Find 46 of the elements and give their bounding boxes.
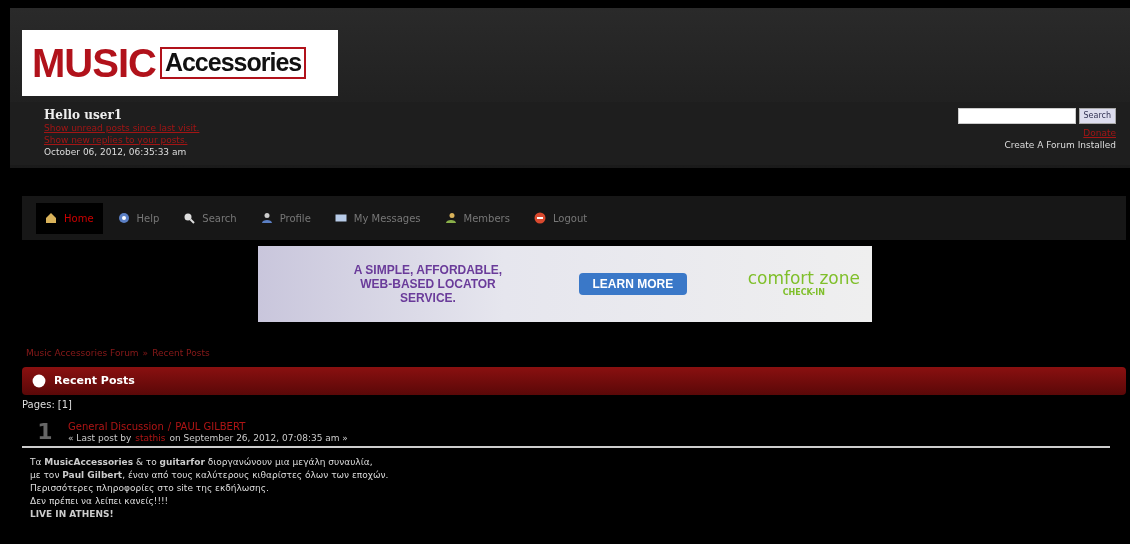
- search-button[interactable]: Search: [1078, 108, 1116, 124]
- post-text-line: με τον Paul Gilbert, έναν από τους καλύτερους κιθαρίστες όλων των εποχών.: [30, 468, 390, 482]
- breadcrumb-link[interactable]: Music Accessories Forum: [26, 348, 139, 359]
- unread-link[interactable]: Show new replies to your posts.: [44, 134, 200, 147]
- post-text-line: Δεν πρέπει να λείπει κανείς!!!!: [30, 494, 170, 508]
- post-subject-link[interactable]: PAUL GILBERT: [175, 420, 246, 433]
- menu-tab[interactable]: Logout: [524, 202, 597, 234]
- menu-tab[interactable]: My Messages: [325, 202, 430, 234]
- menu-tab[interactable]: Search: [174, 202, 246, 234]
- person-icon: [260, 212, 273, 224]
- menu-tab[interactable]: Profile: [251, 202, 320, 234]
- site-logo[interactable]: MUSIC Accessories: [22, 30, 338, 96]
- brand-subtitle: CHECK-IN: [782, 286, 826, 299]
- breadcrumb-separator: »: [142, 348, 149, 359]
- post-meta: on September 26, 2012, 07:08:35 am »: [169, 432, 348, 444]
- post-text-line: Τα MusicAccessories & το guitarfor διοργανώνουν μια μεγάλη συναυλία,: [30, 455, 374, 469]
- header-link[interactable]: Donate: [1083, 128, 1116, 140]
- post-text-line: LIVE IN ATHENS!: [30, 507, 115, 521]
- breadcrumb-link[interactable]: Recent Posts: [152, 348, 210, 359]
- brand-name: comfort zone: [747, 269, 860, 287]
- current-page: [1]: [57, 398, 72, 411]
- menu-tab[interactable]: Home: [36, 202, 103, 234]
- unread-link[interactable]: Show unread posts since last visit.: [44, 123, 200, 135]
- search-field[interactable]: [958, 108, 1076, 124]
- post-text-line: Περισσότερες πληροφορίες στο site της εκδήλωσης.: [30, 481, 270, 495]
- board-link[interactable]: General Discussion: [68, 420, 164, 433]
- home-icon: [45, 212, 57, 224]
- people-icon: [444, 212, 457, 224]
- menu-tab[interactable]: Members: [435, 202, 519, 234]
- help-icon: [117, 212, 130, 224]
- post-meta: « Last post by: [68, 432, 132, 444]
- greeting: Hello user1: [44, 108, 124, 122]
- learn-more-button[interactable]: LEARN MORE: [578, 273, 688, 295]
- logout-icon: [533, 212, 546, 224]
- menu-tab[interactable]: Help: [108, 202, 169, 234]
- advertisement-banner[interactable]: A SIMPLE, AFFORDABLE, WEB-BASED LOCATOR SERVICE. LEARN MORE comfort zone CHECK-IN: [258, 246, 872, 322]
- date-text: October 06, 2012, 06:35:33 am: [44, 147, 188, 160]
- author-link[interactable]: stathis: [135, 432, 166, 444]
- pages-label: Pages:: [22, 398, 55, 411]
- slash: /: [167, 420, 172, 433]
- post-number: 1: [36, 421, 54, 444]
- envelope-icon: [334, 212, 347, 224]
- search-icon: [183, 212, 196, 224]
- banner-headline: A SIMPLE, AFFORDABLE, WEB-BASED LOCATOR SERVICE.: [352, 263, 504, 305]
- installer-note: Create A Forum Installed: [1004, 139, 1116, 152]
- section-title: Recent Posts: [54, 372, 135, 389]
